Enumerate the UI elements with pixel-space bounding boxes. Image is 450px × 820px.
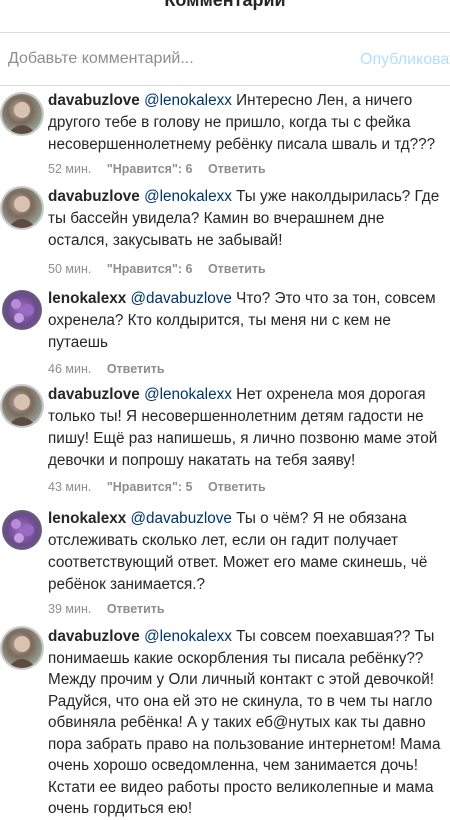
reply-button[interactable]: Ответить	[208, 162, 266, 176]
comment-username[interactable]: davabuzlove	[48, 386, 140, 403]
flower-photo-icon	[2, 290, 42, 330]
comment-mention[interactable]: @davabuzlove	[130, 290, 231, 307]
comment-text: davabuzlove @lenokalexx Нет охренела моя…	[48, 384, 446, 472]
comment-mention[interactable]: @lenokalexx	[144, 188, 232, 205]
comment-text: davabuzlove @lenokalexx Ты уже наколдыри…	[48, 186, 446, 252]
avatar[interactable]	[2, 510, 42, 550]
comment-username[interactable]: davabuzlove	[48, 188, 140, 205]
comment-username[interactable]: lenokalexx	[48, 290, 126, 307]
comment-input[interactable]	[8, 43, 348, 75]
reply-button[interactable]: Ответить	[107, 362, 165, 376]
comment-time: 46 мин.	[48, 362, 92, 376]
avatar[interactable]	[2, 94, 42, 134]
avatar-photo-icon	[2, 628, 42, 668]
comment-likes[interactable]: "Нравится": 6	[107, 162, 193, 176]
page-title: Комментарии	[164, 0, 286, 10]
header: Комментарии	[0, 0, 450, 18]
comment-username[interactable]: lenokalexx	[48, 510, 126, 527]
avatar-photo-icon	[2, 386, 42, 426]
comment-mention[interactable]: @lenokalexx	[144, 628, 232, 645]
publish-button[interactable]: Опубликовать	[360, 51, 450, 69]
comment-body: Ты совсем поехавшая?? Ты понимаешь какие…	[48, 628, 441, 817]
comment-likes[interactable]: "Нравится": 5	[107, 480, 193, 494]
comment-time: 52 мин.	[48, 162, 92, 176]
comment-meta: 52 мин. "Нравится": 6 Ответить	[48, 162, 278, 180]
comment-composer: Опубликовать	[0, 32, 450, 86]
comment-mention[interactable]: @lenokalexx	[144, 386, 232, 403]
comment-meta: 50 мин. "Нравится": 6 Ответить	[48, 262, 278, 280]
comment-mention[interactable]: @lenokalexx	[144, 92, 232, 109]
comment-text: lenokalexx @davabuzlove Ты о чём? Я не о…	[48, 508, 446, 596]
avatar[interactable]	[2, 386, 42, 426]
comment-mention[interactable]: @davabuzlove	[130, 510, 231, 527]
comment-text: lenokalexx @davabuzlove Что? Это что за …	[48, 288, 446, 354]
comment-time: 50 мин.	[48, 262, 92, 276]
comment-meta: 46 мин. Ответить	[48, 362, 177, 380]
avatar[interactable]	[2, 188, 42, 228]
comment-text: davabuzlove @lenokalexx Ты совсем поехав…	[48, 626, 446, 820]
comment-meta: 43 мин. "Нравится": 5 Ответить	[48, 480, 278, 498]
avatar[interactable]	[2, 628, 42, 668]
flower-photo-icon	[2, 510, 42, 550]
comment-likes[interactable]: "Нравится": 6	[107, 262, 193, 276]
comment-time: 43 мин.	[48, 480, 92, 494]
comment-username[interactable]: davabuzlove	[48, 92, 140, 109]
reply-button[interactable]: Ответить	[208, 480, 266, 494]
comment-time: 39 мин.	[48, 602, 92, 616]
reply-button[interactable]: Ответить	[107, 602, 165, 616]
avatar-photo-icon	[2, 188, 42, 228]
avatar[interactable]	[2, 290, 42, 330]
comment-meta: 39 мин. Ответить	[48, 602, 177, 620]
comment-username[interactable]: davabuzlove	[48, 628, 140, 645]
avatar-photo-icon	[2, 94, 42, 134]
reply-button[interactable]: Ответить	[208, 262, 266, 276]
comment-text: davabuzlove @lenokalexx Интересно Лен, а…	[48, 90, 446, 156]
